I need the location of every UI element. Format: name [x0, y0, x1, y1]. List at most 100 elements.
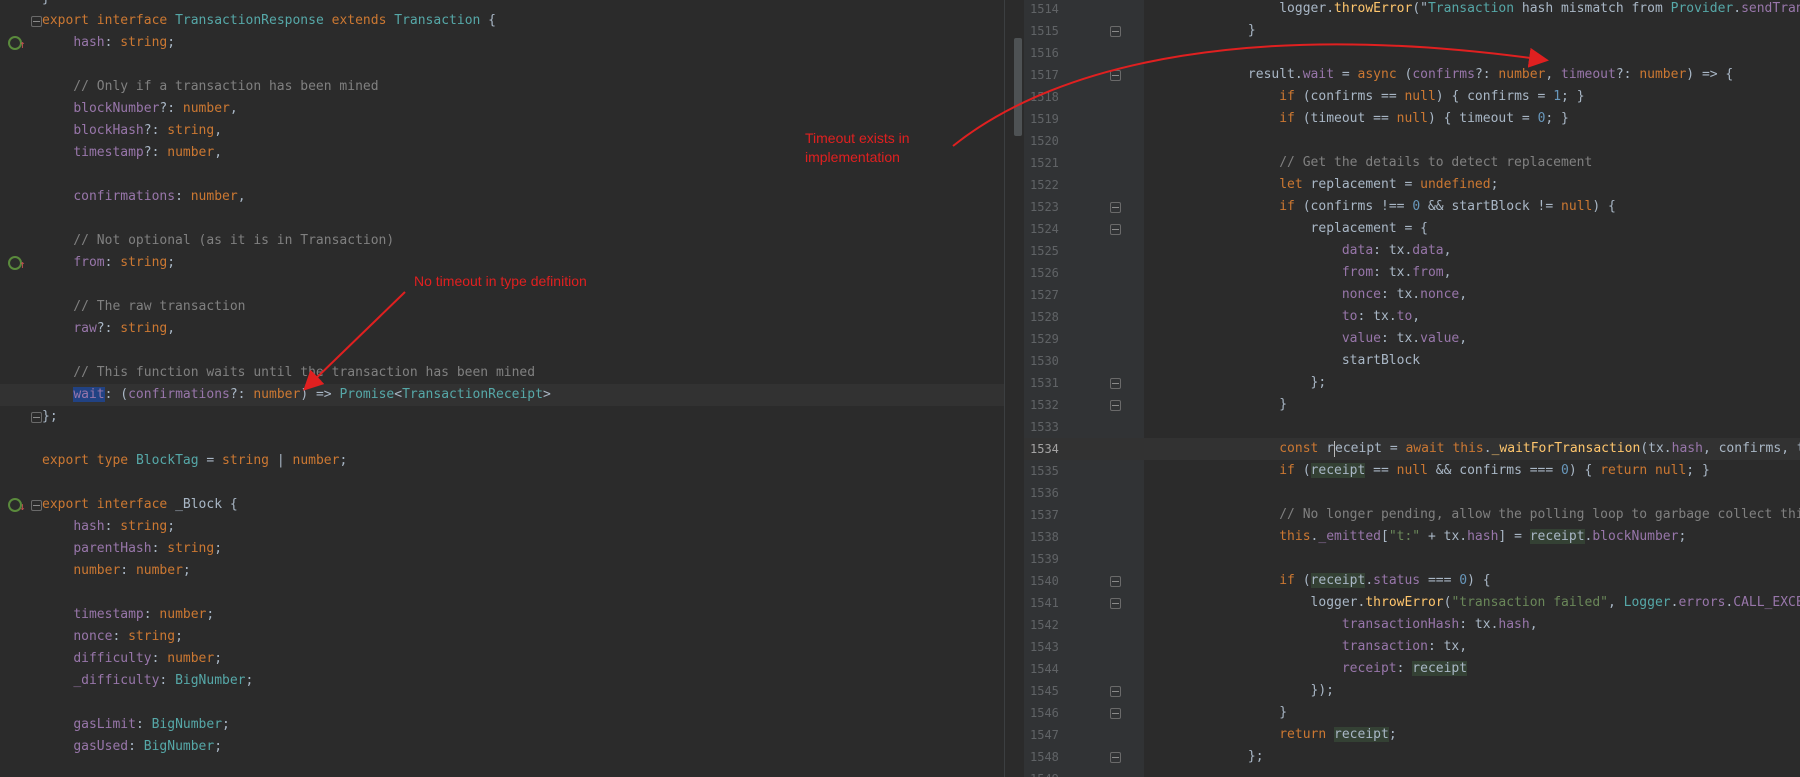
- right-code-line[interactable]: 1518 if (confirms == null) { confirms = …: [1024, 86, 1800, 108]
- left-code-line[interactable]: blockNumber?: number,: [0, 98, 1004, 120]
- right-code-line[interactable]: 1516: [1024, 42, 1800, 64]
- right-code-text: // No longer pending, allow the polling …: [1154, 507, 1800, 522]
- right-code-text: logger.throwError("Transaction hash mism…: [1279, 1, 1800, 16]
- right-code-line[interactable]: 1539: [1024, 548, 1800, 570]
- left-code-line[interactable]: export interface _Block {↓: [0, 494, 1004, 516]
- right-code-line[interactable]: 1537 // No longer pending, allow the pol…: [1024, 504, 1800, 526]
- right-code-line[interactable]: 1515 }: [1024, 20, 1800, 42]
- right-code-line[interactable]: 1530 startBlock: [1024, 350, 1800, 372]
- right-code-text: to: tx.to,: [1341, 309, 1421, 324]
- left-code-text: };: [42, 409, 58, 424]
- right-code-line[interactable]: 1538 this._emitted["t:" + tx.hash] = rec…: [1024, 526, 1800, 548]
- left-code-line[interactable]: difficulty: number;: [0, 648, 1004, 670]
- left-code-line[interactable]: _difficulty: BigNumber;: [0, 670, 1004, 692]
- right-code-text: };: [1154, 375, 1327, 390]
- fold-marker-icon[interactable]: [1110, 224, 1121, 235]
- right-code-line[interactable]: 1547 return receipt;: [1024, 724, 1800, 746]
- fold-marker-icon[interactable]: [1110, 686, 1121, 697]
- left-code-line[interactable]: confirmations: number,: [0, 186, 1004, 208]
- line-number: 1537: [1030, 508, 1059, 522]
- right-code-line[interactable]: 1535 if (receipt == null && confirms ===…: [1024, 460, 1800, 482]
- left-code-line[interactable]: [0, 692, 1004, 714]
- right-code-line[interactable]: 1526 from: tx.from,: [1024, 262, 1800, 284]
- left-code-text: _difficulty: BigNumber;: [73, 673, 254, 688]
- left-code-line[interactable]: // Not optional (as it is in Transaction…: [0, 230, 1004, 252]
- fold-marker-icon[interactable]: [1110, 400, 1121, 411]
- right-code-line[interactable]: 1514 logger.throwError("Transaction hash…: [1024, 0, 1800, 20]
- left-code-line[interactable]: [0, 164, 1004, 186]
- left-code-line[interactable]: from: string; ↑: [0, 252, 1004, 274]
- fold-marker-icon[interactable]: [1110, 378, 1121, 389]
- right-code-line[interactable]: 1523 if (confirms !== 0 && startBlock !=…: [1024, 196, 1800, 218]
- right-code-line[interactable]: 1546 }: [1024, 702, 1800, 724]
- left-editor-pane[interactable]: } export interface TransactionResponse ex…: [0, 0, 1004, 777]
- left-code-line[interactable]: hash: string;: [0, 516, 1004, 538]
- fold-marker-icon[interactable]: [1110, 202, 1121, 213]
- right-code-line[interactable]: 1544 receipt: receipt: [1024, 658, 1800, 680]
- left-code-line[interactable]: }: [0, 0, 1004, 10]
- right-code-line[interactable]: 1532 }: [1024, 394, 1800, 416]
- right-code-line[interactable]: 1524 replacement = {: [1024, 218, 1800, 240]
- right-code-line[interactable]: 1536: [1024, 482, 1800, 504]
- left-code-line[interactable]: [0, 54, 1004, 76]
- right-code-line[interactable]: 1527 nonce: tx.nonce,: [1024, 284, 1800, 306]
- left-code-line[interactable]: gasUsed: BigNumber;: [0, 736, 1004, 758]
- right-code-line[interactable]: 1521 // Get the details to detect replac…: [1024, 152, 1800, 174]
- fold-marker-icon[interactable]: [1110, 70, 1121, 81]
- fold-marker-icon[interactable]: [1110, 576, 1121, 587]
- right-code-line[interactable]: 1522 let replacement = undefined;: [1024, 174, 1800, 196]
- fold-marker-icon[interactable]: [1110, 598, 1121, 609]
- left-code-line[interactable]: // The raw transaction: [0, 296, 1004, 318]
- right-code-line[interactable]: 1517 result.wait = async (confirms?: num…: [1024, 64, 1800, 86]
- fold-marker-icon[interactable]: [31, 412, 42, 423]
- left-code-line[interactable]: [0, 428, 1004, 450]
- right-code-text: }: [1154, 705, 1288, 720]
- left-code-line[interactable]: timestamp: number;: [0, 604, 1004, 626]
- left-code-line[interactable]: raw?: string,: [0, 318, 1004, 340]
- navigate-arrow-icon[interactable]: ↑: [19, 254, 26, 276]
- left-code-line[interactable]: number: number;: [0, 560, 1004, 582]
- left-code-line[interactable]: // This function waits until the transac…: [0, 362, 1004, 384]
- right-code-line[interactable]: 1543 transaction: tx,: [1024, 636, 1800, 658]
- right-code-line[interactable]: 1520: [1024, 130, 1800, 152]
- right-code-line[interactable]: 1549: [1024, 768, 1800, 777]
- line-number: 1519: [1030, 112, 1059, 126]
- right-code-line[interactable]: 1519 if (timeout == null) { timeout = 0;…: [1024, 108, 1800, 130]
- left-code-line[interactable]: wait: (confirmations?: number) => Promis…: [0, 384, 1004, 406]
- right-code-line[interactable]: 1534 const receipt = await this._waitFor…: [1024, 438, 1800, 460]
- fold-marker-icon[interactable]: [31, 16, 42, 27]
- left-code-line[interactable]: // Only if a transaction has been mined: [0, 76, 1004, 98]
- left-code-line[interactable]: export type BlockTag = string | number;: [0, 450, 1004, 472]
- right-code-line[interactable]: 1533: [1024, 416, 1800, 438]
- left-code-line[interactable]: gasLimit: BigNumber;: [0, 714, 1004, 736]
- fold-marker-icon[interactable]: [31, 500, 42, 511]
- fold-marker-icon[interactable]: [1110, 752, 1121, 763]
- left-code-line[interactable]: hash: string; ↑: [0, 32, 1004, 54]
- left-code-line[interactable]: [0, 340, 1004, 362]
- right-code-line[interactable]: 1548 };: [1024, 746, 1800, 768]
- left-code-line[interactable]: nonce: string;: [0, 626, 1004, 648]
- right-code-line[interactable]: 1529 value: tx.value,: [1024, 328, 1800, 350]
- right-code-line[interactable]: 1541 logger.throwError("transaction fail…: [1024, 592, 1800, 614]
- navigate-arrow-icon[interactable]: ↓: [19, 496, 26, 518]
- right-code-line[interactable]: 1531 };: [1024, 372, 1800, 394]
- navigate-arrow-icon[interactable]: ↑: [19, 34, 26, 56]
- right-code-line[interactable]: 1525 data: tx.data,: [1024, 240, 1800, 262]
- left-code-line[interactable]: parentHash: string;: [0, 538, 1004, 560]
- left-code-line[interactable]: [0, 472, 1004, 494]
- right-code-line[interactable]: 1542 transactionHash: tx.hash,: [1024, 614, 1800, 636]
- annotation-timeout-exists-line2: implementation: [805, 149, 900, 165]
- fold-marker-icon[interactable]: [1110, 708, 1121, 719]
- left-scrollbar-thumb[interactable]: [1014, 38, 1022, 136]
- left-code-line[interactable]: [0, 582, 1004, 604]
- left-code-line[interactable]: export interface TransactionResponse ext…: [0, 10, 1004, 32]
- right-code-line[interactable]: 1545 });: [1024, 680, 1800, 702]
- right-code-line[interactable]: 1528 to: tx.to,: [1024, 306, 1800, 328]
- right-editor-pane[interactable]: 1514 logger.throwError("Transaction hash…: [1024, 0, 1800, 777]
- left-code-line[interactable]: };: [0, 406, 1004, 428]
- right-code-line[interactable]: 1540 if (receipt.status === 0) {: [1024, 570, 1800, 592]
- left-code-line[interactable]: [0, 208, 1004, 230]
- right-code-text: return receipt;: [1279, 727, 1397, 742]
- fold-marker-icon[interactable]: [1110, 26, 1121, 37]
- line-number: 1524: [1030, 222, 1059, 236]
